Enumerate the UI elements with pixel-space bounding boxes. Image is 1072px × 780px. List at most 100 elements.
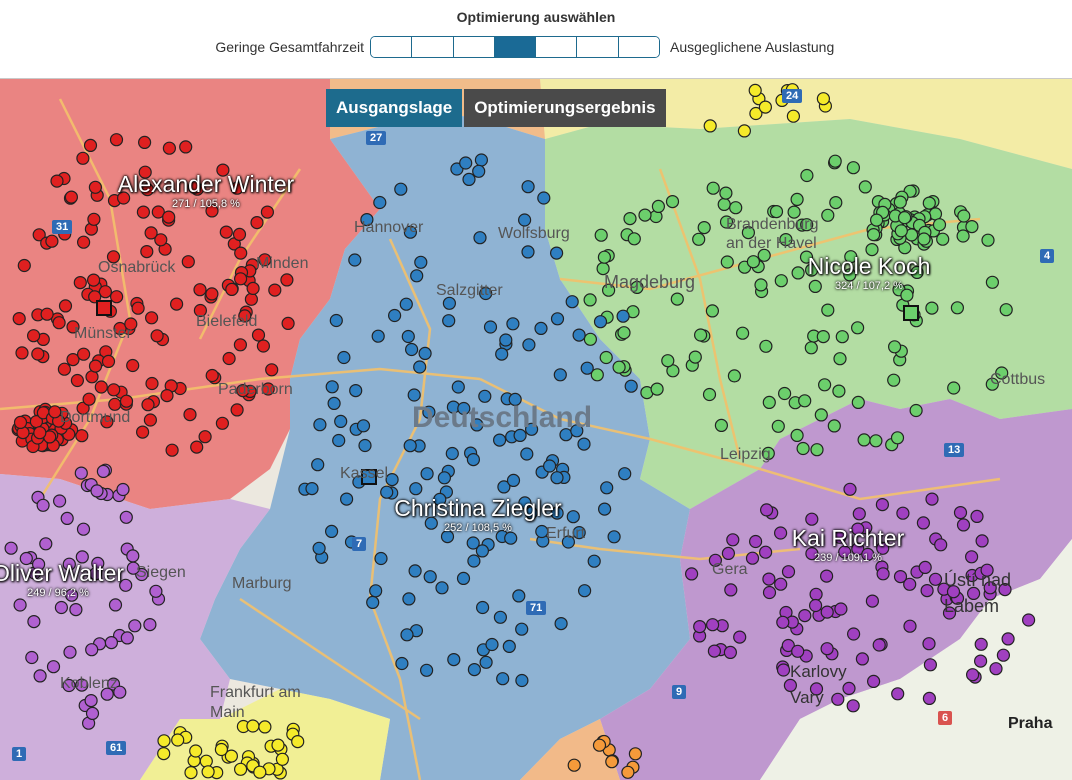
customer-point	[31, 347, 45, 361]
territory-label-alexander-winter[interactable]: Alexander Winter 271 / 105,8 %	[118, 171, 294, 210]
customer-point	[923, 658, 938, 672]
customer-point	[52, 316, 66, 330]
road-shield: 31	[52, 220, 73, 234]
customer-point	[366, 595, 380, 610]
customer-point	[869, 434, 883, 448]
place-karlovy-vary: Karlovy Vary	[790, 662, 847, 707]
customer-point	[833, 352, 847, 366]
territory-map[interactable]: Hannover Wolfsburg Salzgitter Magdeburg …	[0, 79, 1072, 780]
optimization-title: Optimierung auswählen	[456, 9, 616, 25]
customer-point	[808, 598, 823, 613]
customer-point	[597, 250, 612, 264]
customer-point	[445, 446, 459, 461]
customer-point	[537, 191, 551, 205]
optimization-slider[interactable]	[370, 36, 660, 58]
customer-point	[413, 360, 427, 374]
customer-point	[996, 648, 1011, 662]
customer-point	[474, 153, 488, 167]
road-shield: 7	[352, 537, 367, 551]
customer-point	[553, 368, 567, 382]
customer-point	[184, 765, 198, 780]
customer-point	[140, 245, 154, 259]
customer-point	[205, 368, 219, 383]
customer-point	[717, 197, 731, 212]
customer-point	[36, 498, 50, 512]
place-kassel: Kassel	[340, 465, 389, 482]
customer-point	[702, 387, 717, 402]
customer-point	[956, 229, 970, 243]
place-gera: Gera	[712, 561, 748, 578]
customer-point	[472, 164, 486, 178]
customer-point	[918, 560, 932, 574]
customer-point	[467, 662, 481, 677]
customer-point	[451, 380, 465, 394]
place-deutschland: Deutschland	[412, 401, 593, 434]
customer-point	[724, 583, 738, 597]
customer-point	[623, 212, 637, 226]
customer-point	[520, 447, 534, 461]
tab-optimierungsergebnis[interactable]: Optimierungsergebnis	[464, 89, 666, 127]
customer-point	[790, 428, 804, 442]
territory-label-kai-richter[interactable]: Kai Richter 239 / 109,1 %	[792, 525, 904, 564]
territory-stats: 239 / 109,1 %	[814, 552, 882, 564]
customer-point	[369, 584, 383, 598]
customer-point	[917, 232, 931, 246]
place-frankfurt: Frankfurt am Main	[210, 684, 301, 721]
customer-point	[83, 138, 98, 153]
customer-point	[827, 419, 841, 433]
slider-segment-7[interactable]	[618, 37, 659, 57]
customer-point	[253, 765, 267, 779]
customer-point	[420, 663, 434, 677]
customer-point	[719, 186, 733, 200]
customer-point	[721, 546, 736, 560]
customer-point	[90, 484, 104, 498]
customer-point	[82, 392, 96, 406]
slider-segment-2[interactable]	[412, 37, 454, 57]
customer-point	[162, 141, 176, 155]
customer-point	[250, 216, 264, 230]
customer-point	[650, 382, 664, 396]
slider-segment-4[interactable]	[494, 37, 537, 57]
territory-label-christina-ziegler[interactable]: Christina Ziegler 252 / 108,5 %	[394, 495, 561, 534]
place-usti: Ústí nad Labem	[944, 570, 1012, 616]
customer-point	[832, 384, 846, 398]
territory-label-nicole-koch[interactable]: Nicole Koch 324 / 107,2 %	[808, 253, 931, 292]
customer-point	[791, 644, 805, 658]
customer-point	[232, 227, 247, 241]
customer-point	[87, 212, 101, 226]
customer-point	[76, 235, 91, 249]
customer-point	[964, 550, 979, 564]
slider-segment-3[interactable]	[453, 37, 495, 57]
customer-point	[894, 224, 908, 238]
slider-segment-1[interactable]	[371, 37, 413, 57]
customer-point	[126, 358, 140, 373]
customer-point	[550, 312, 565, 326]
customer-point	[748, 534, 763, 549]
slider-segment-6[interactable]	[577, 37, 619, 57]
customer-point	[215, 416, 229, 430]
customer-point	[141, 398, 155, 412]
road-shield: 27	[366, 131, 387, 145]
customer-point	[956, 518, 971, 532]
slider-segment-5[interactable]	[536, 37, 578, 57]
customer-point	[456, 571, 471, 585]
place-dortmund: Dortmund	[60, 409, 131, 426]
customer-point	[198, 430, 212, 444]
customer-point	[145, 376, 159, 391]
road-shield: 61	[106, 741, 127, 755]
place-koblenz: Koblenz	[60, 675, 118, 692]
customer-point	[697, 221, 711, 235]
customer-point	[46, 660, 61, 674]
territory-label-oliver-walter[interactable]: Oliver Walter 249 / 96,2 %	[0, 560, 124, 599]
customer-point	[33, 669, 47, 683]
customer-point	[565, 295, 579, 309]
customer-point	[150, 329, 164, 343]
customer-point	[349, 384, 363, 398]
place-paderborn: Paderborn	[218, 381, 293, 398]
customer-point	[502, 639, 516, 654]
customer-point	[846, 627, 861, 641]
customer-point	[143, 413, 157, 427]
customer-point	[101, 354, 116, 368]
tab-ausgangslage[interactable]: Ausgangslage	[326, 89, 463, 127]
road-shield: 9	[672, 685, 687, 699]
